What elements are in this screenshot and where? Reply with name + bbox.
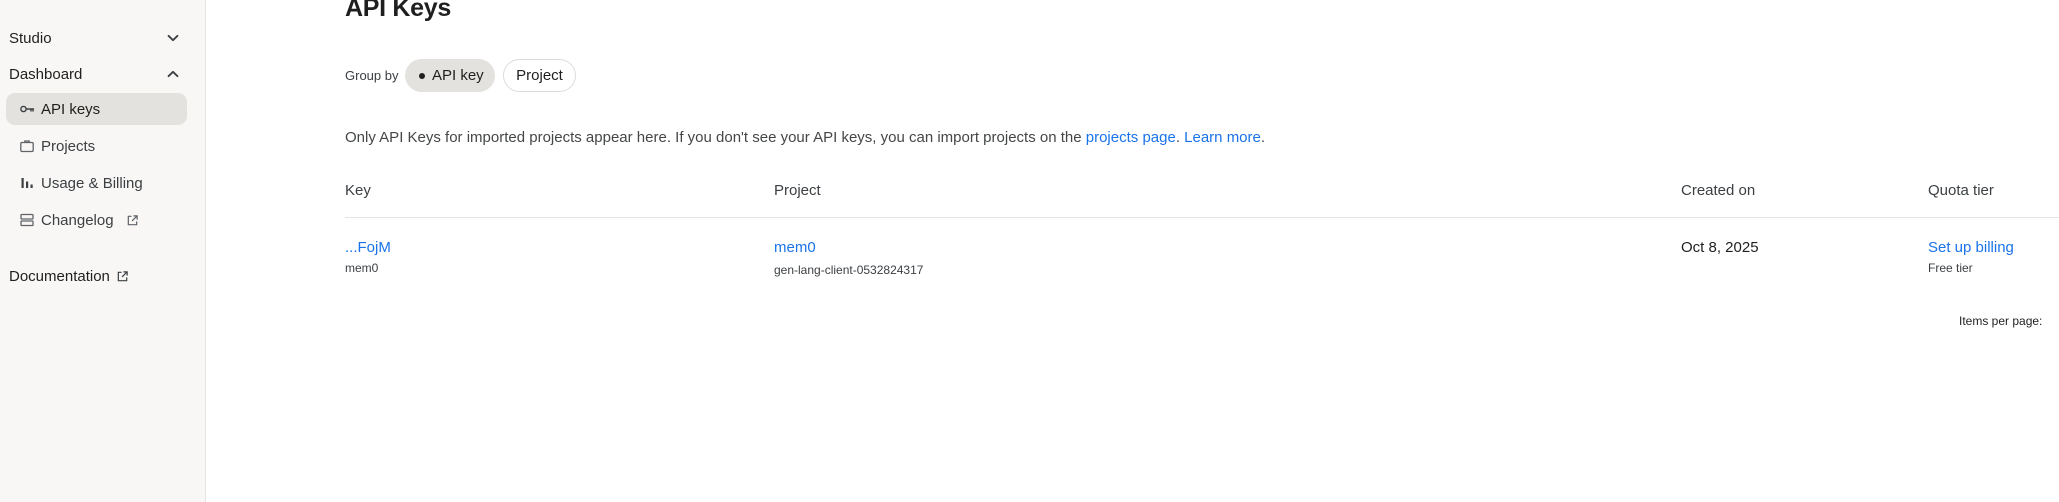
sidebar-section-label: Dashboard: [9, 65, 83, 83]
items-per-page-label: Items per page:: [1959, 314, 2043, 328]
table-header-divider: [345, 217, 2059, 218]
api-key-name: mem0: [345, 261, 379, 275]
main-content: API Keys Group by API key Project Only A…: [206, 0, 2059, 502]
sidebar-item-label: Projects: [41, 137, 96, 155]
sidebar-item-label: Changelog: [41, 211, 114, 229]
group-by-api-key-chip[interactable]: API key: [405, 59, 495, 92]
briefcase-icon: [19, 138, 35, 154]
created-on-date: Oct 8, 2025: [1681, 239, 1759, 256]
column-header-quota-tier: Quota tier: [1928, 182, 1994, 199]
stack-icon: [19, 212, 35, 228]
external-link-icon: [126, 213, 140, 227]
import-notice: Only API Keys for imported projects appe…: [345, 129, 1265, 146]
sidebar-item-projects[interactable]: Projects: [6, 130, 187, 162]
notice-text: Only API Keys for imported projects appe…: [345, 129, 1086, 146]
selected-dot-icon: [419, 72, 425, 79]
bar-chart-icon: [19, 175, 35, 191]
key-icon: [19, 101, 35, 117]
sidebar-item-label: API keys: [41, 100, 101, 118]
sidebar-section-studio[interactable]: Studio: [9, 26, 181, 50]
sidebar-item-usage-billing[interactable]: Usage & Billing: [6, 167, 187, 199]
notice-separator: .: [1175, 129, 1185, 146]
quota-tier-value: Free tier: [1928, 261, 1973, 275]
api-key-link[interactable]: ...FojM: [345, 239, 391, 256]
sidebar-item-label: Documentation: [9, 267, 110, 285]
page-title: API Keys: [345, 0, 451, 22]
sidebar-item-changelog[interactable]: Changelog: [6, 204, 187, 236]
project-id: gen-lang-client-0532824317: [774, 263, 924, 277]
app-root: Studio Dashboard API keys Projects Usage…: [0, 0, 2059, 502]
group-by-label: Group by: [345, 68, 399, 83]
sidebar: Studio Dashboard API keys Projects Usage…: [0, 0, 206, 502]
set-up-billing-link[interactable]: Set up billing: [1928, 239, 2014, 256]
chip-label: API key: [432, 67, 484, 84]
chevron-down-icon: [165, 30, 181, 46]
column-header-key: Key: [345, 182, 371, 199]
group-by-project-chip[interactable]: Project: [503, 59, 576, 92]
sidebar-item-api-keys[interactable]: API keys: [6, 93, 187, 125]
notice-end: .: [1260, 129, 1266, 146]
projects-page-link[interactable]: projects page: [1086, 129, 1176, 146]
sidebar-section-label: Studio: [9, 29, 52, 47]
chevron-up-icon: [165, 66, 181, 82]
external-link-icon: [116, 269, 130, 283]
column-header-project: Project: [774, 182, 821, 199]
sidebar-section-dashboard[interactable]: Dashboard: [9, 62, 181, 86]
sidebar-item-documentation[interactable]: Documentation: [9, 264, 130, 288]
project-link[interactable]: mem0: [774, 239, 816, 256]
sidebar-item-label: Usage & Billing: [41, 174, 143, 192]
chip-label: Project: [516, 67, 563, 84]
learn-more-link[interactable]: Learn more: [1184, 129, 1261, 146]
column-header-created-on: Created on: [1681, 182, 1756, 199]
